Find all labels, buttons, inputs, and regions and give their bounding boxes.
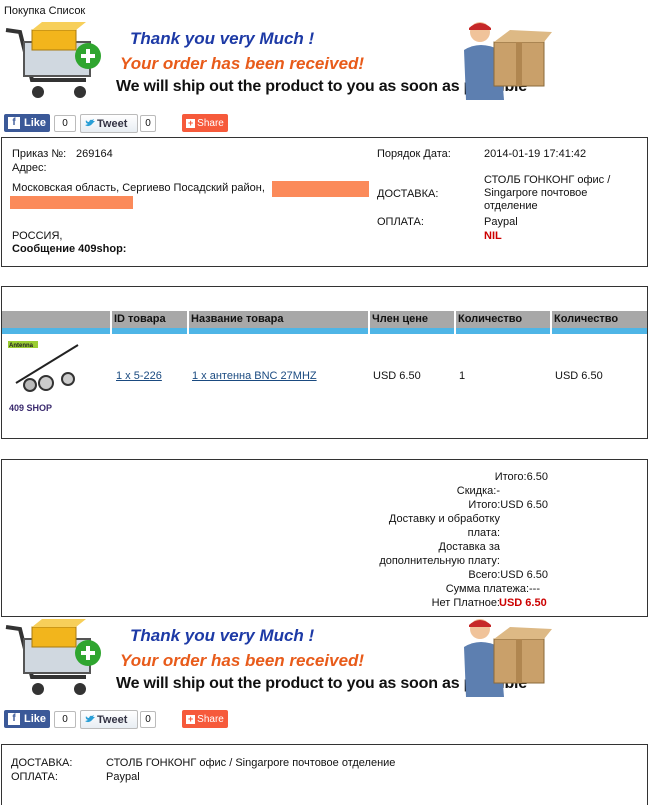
column-divider (550, 311, 552, 334)
order-confirmation-banner-2: Thank you very Much ! Your order has bee… (0, 617, 560, 707)
social-buttons: f Like 0 Tweet 0 + Share (4, 114, 234, 134)
extra-fee-label-line2: дополнительную плату: (379, 555, 500, 567)
order-number: 269164 (76, 148, 113, 160)
shop-message-label: Сообщение 409shop: (12, 243, 127, 255)
facebook-icon: f (8, 117, 20, 129)
header-total: Количество (554, 313, 619, 325)
banner-thanks-text: Thank you very Much ! (130, 29, 315, 48)
tweet-count: 0 (140, 711, 156, 728)
shipping-value: СТОЛБ ГОНКОНГ офис / Singarpore почтовое… (484, 174, 611, 212)
header-quantity: Количество (458, 313, 523, 325)
total: Итого:USD 6.50 (468, 499, 548, 511)
banner-thanks-text: Thank you very Much ! (130, 626, 315, 645)
facebook-icon: f (8, 713, 20, 725)
like-count: 0 (54, 711, 76, 728)
product-thumbnail-text: Antenna (9, 343, 34, 349)
order-confirmation-banner: Thank you very Much ! Your order has bee… (0, 20, 560, 110)
column-divider (454, 311, 456, 334)
handling-label-line1: Доставку и обработку (388, 513, 500, 525)
extra-fee-label-line1: Доставка за (438, 541, 500, 553)
country: РОССИЯ, (12, 230, 63, 242)
product-name-link[interactable]: 1 x антенна BNC 27MHZ (192, 370, 317, 382)
shop-logo-text: 409 SHOP (9, 403, 52, 413)
share-button[interactable]: + Share (182, 710, 228, 728)
tweet-count: 0 (140, 115, 156, 132)
header-product-id: ID товара (114, 313, 166, 325)
redacted-address-block (272, 181, 369, 197)
delivery-man-icon (464, 619, 552, 697)
footer-payment-value: Paypal (106, 771, 140, 783)
like-count: 0 (54, 115, 76, 132)
unpaid-label: Нет Платное: (431, 597, 500, 609)
shopping-cart-icon (5, 22, 101, 98)
header-product-name: Название товара (191, 313, 284, 325)
banner-received-text: Your order has been received! (120, 54, 365, 73)
payment-value: Paypal (484, 216, 518, 228)
product-id-link[interactable]: 1 x 5-226 (116, 370, 162, 382)
facebook-like-button[interactable]: f Like (4, 114, 50, 132)
footer-shipping-value: СТОЛБ ГОНКОНГ офис / Singarpore почтовое… (106, 757, 396, 769)
footer-payment-label: ОПЛАТА: (11, 771, 58, 783)
redacted-address-block-2 (10, 196, 133, 209)
grand-total: Всего:USD 6.50 (468, 569, 548, 581)
twitter-bird-icon (85, 119, 95, 127)
plus-icon: + (186, 713, 196, 724)
payment-status: NIL (484, 230, 502, 242)
shopping-cart-icon (5, 619, 101, 695)
delivery-man-icon (464, 22, 552, 100)
plus-icon: + (186, 117, 196, 128)
page-title: Покупка Список (4, 5, 86, 17)
order-totals-panel: Итого:6.50 Скидка:- Итого:USD 6.50 Доста… (1, 459, 648, 617)
column-divider (368, 311, 370, 334)
facebook-like-button[interactable]: f Like (4, 710, 50, 728)
payment-sum: Сумма платежа:--- (445, 583, 540, 595)
column-divider (110, 311, 112, 334)
handling-label-line2: плата: (467, 527, 500, 539)
column-divider (187, 311, 189, 334)
order-number-label: Приказ №: (12, 148, 67, 160)
twitter-bird-icon (85, 715, 95, 723)
social-buttons-2: f Like 0 Tweet 0 + Share (4, 710, 234, 730)
subtotal: Итого:6.50 (494, 471, 548, 483)
payment-label: ОПЛАТА: (377, 216, 424, 228)
product-thumbnail[interactable]: Antenna 409 SHOP (6, 339, 84, 415)
address-label: Адрес: (12, 162, 47, 174)
discount: Скидка:- (456, 485, 500, 497)
order-info-panel: Приказ №: 269164 Адрес: Московская облас… (1, 137, 648, 267)
order-date-label: Порядок Дата: (377, 148, 451, 160)
header-unit-price: Член цене (372, 313, 429, 325)
order-date: 2014-01-19 17:41:42 (484, 148, 587, 160)
footer-shipping-label: ДОСТАВКА: (11, 757, 73, 769)
line-total: USD 6.50 (555, 370, 603, 382)
unit-price: USD 6.50 (373, 370, 421, 382)
tweet-button[interactable]: Tweet (80, 114, 138, 133)
share-button[interactable]: + Share (182, 114, 228, 132)
shipping-label: ДОСТАВКА: (377, 188, 439, 200)
tweet-button[interactable]: Tweet (80, 710, 138, 729)
address-line: Московская область, Сергиево Посадский р… (12, 182, 265, 194)
order-items-table: ID товара Название товара Член цене Коли… (1, 286, 648, 439)
banner-received-text: Your order has been received! (120, 651, 365, 670)
quantity: 1 (459, 370, 466, 382)
footer-shipping-panel: ДОСТАВКА: СТОЛБ ГОНКОНГ офис / Singarpor… (1, 744, 648, 805)
unpaid-amount: USD 6.50 (499, 597, 547, 609)
